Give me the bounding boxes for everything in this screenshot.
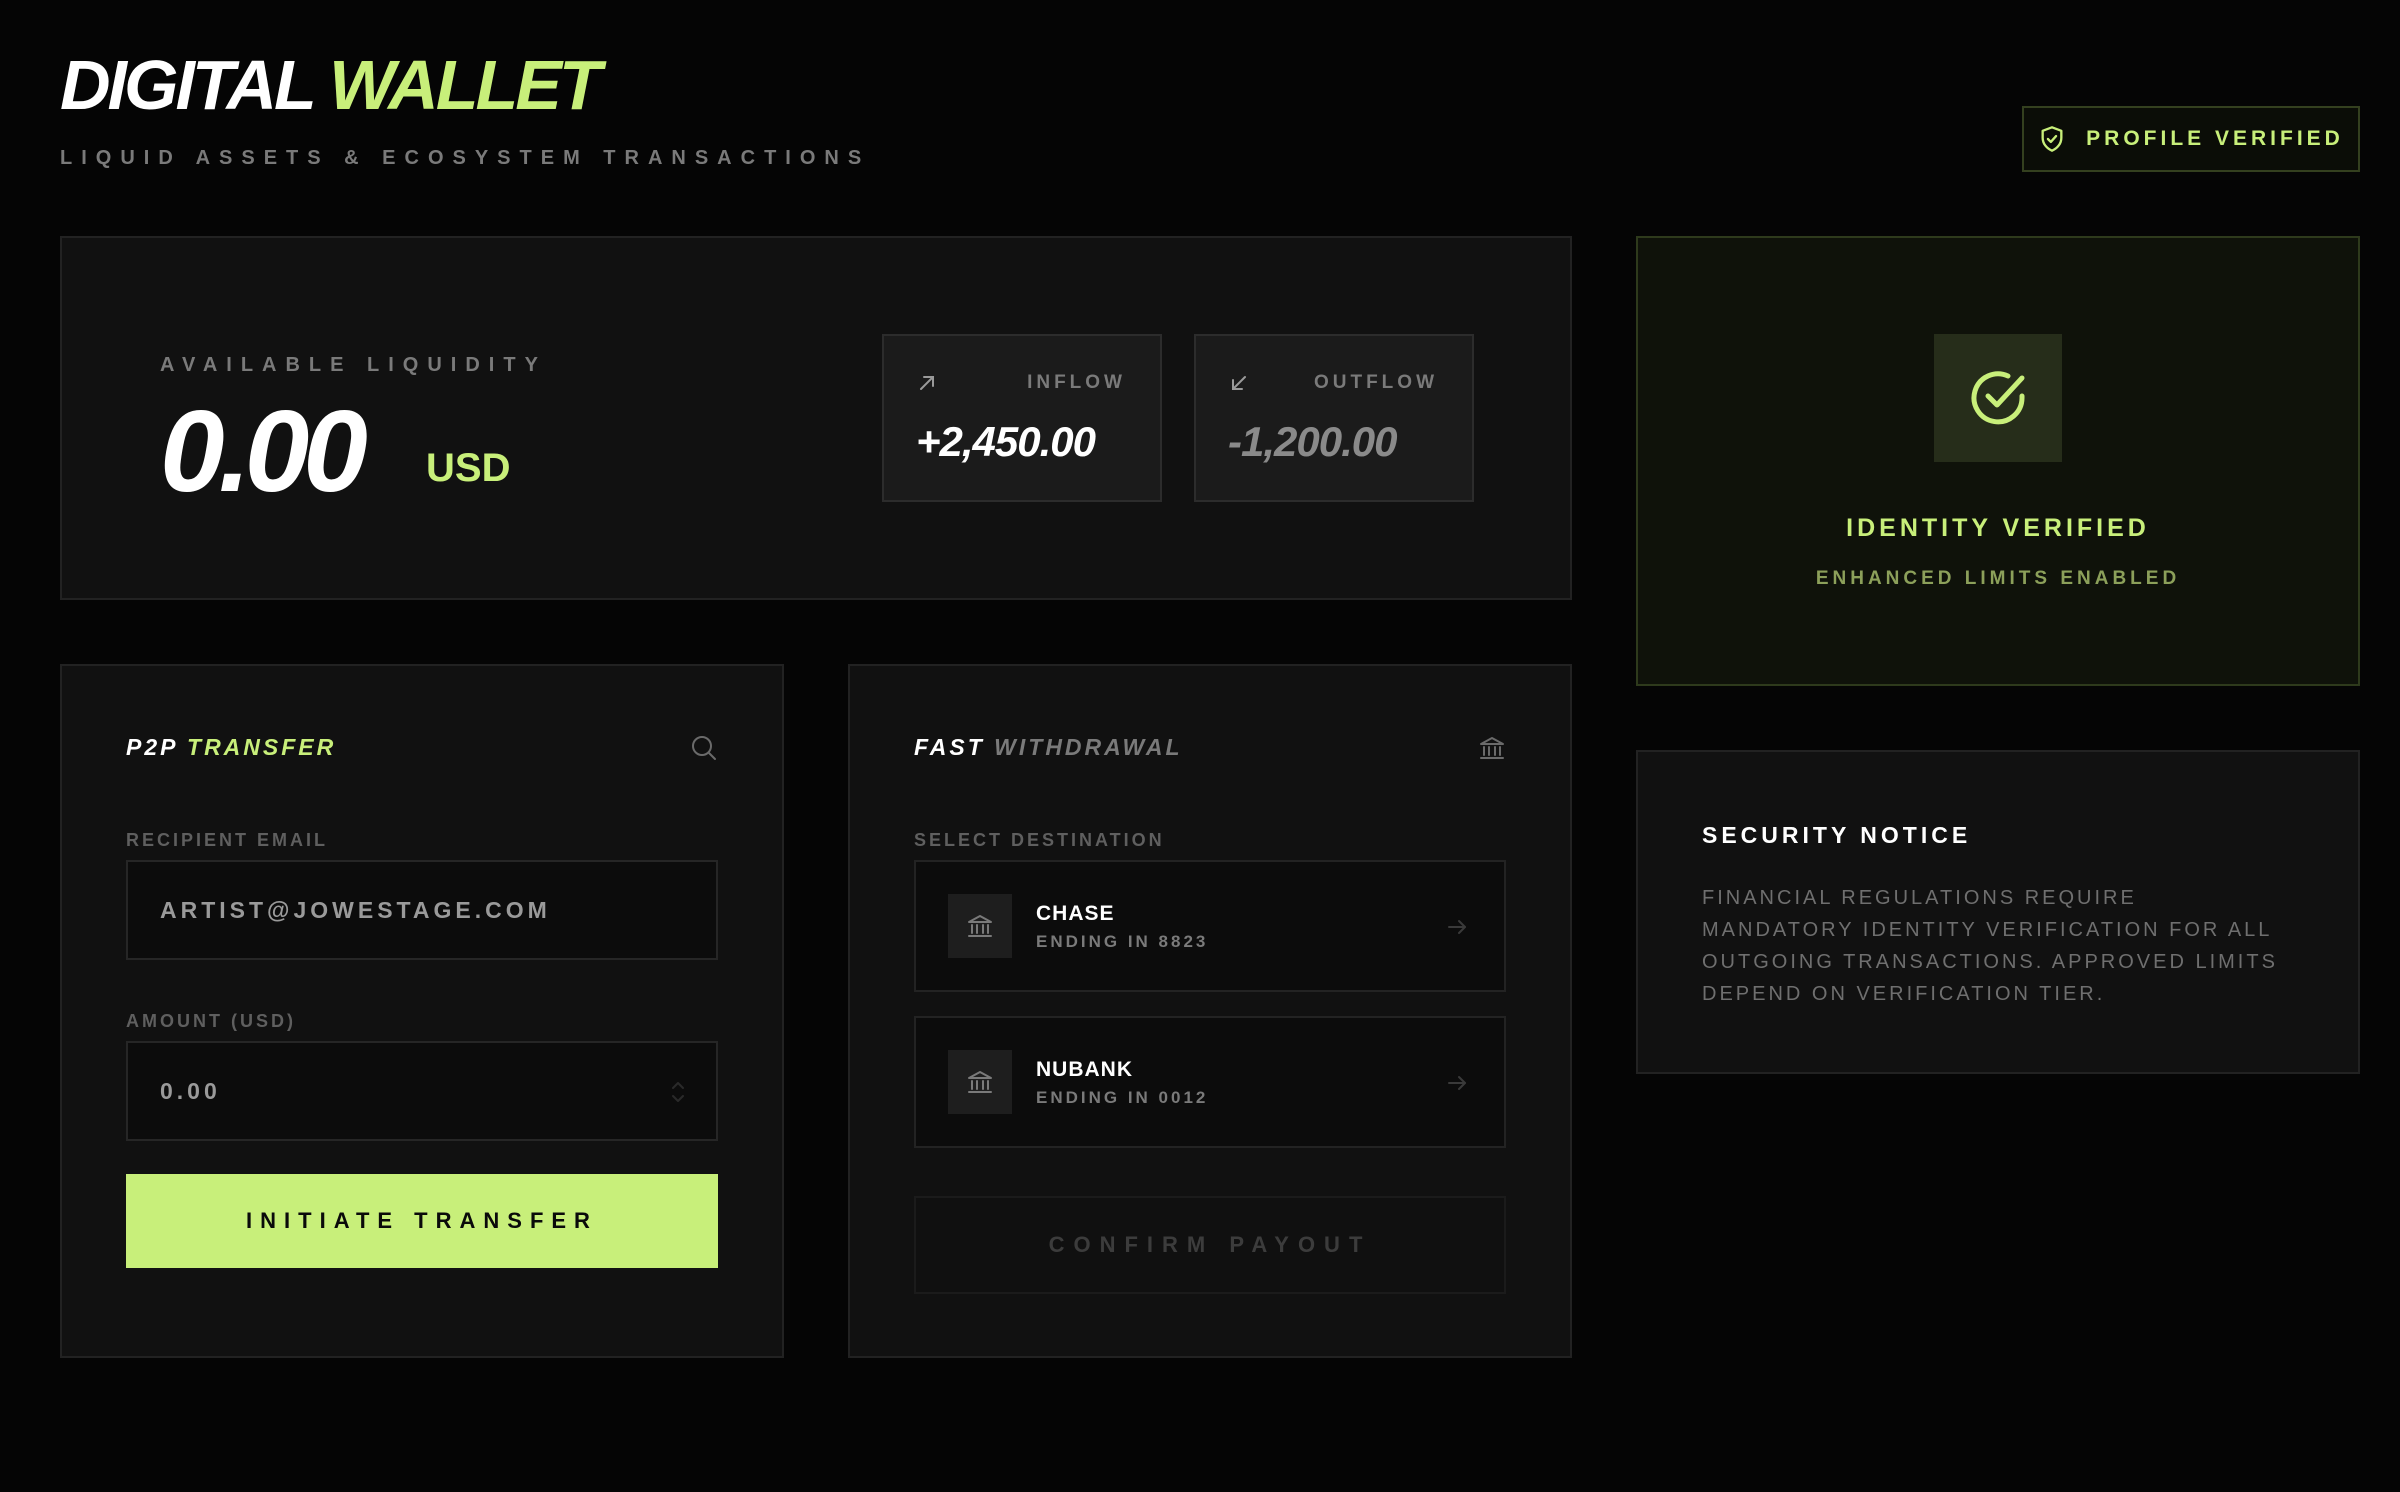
identity-icon-box xyxy=(1934,334,2062,462)
check-circle-icon xyxy=(1971,371,2025,425)
withdraw-title-part-1: FAST xyxy=(914,734,985,760)
outflow-card: OUTFLOW -1,200.00 xyxy=(1194,334,1474,502)
inflow-value: +2,450.00 xyxy=(916,418,1096,465)
profile-verified-label: PROFILE VERIFIED xyxy=(2086,127,2344,150)
inflow-card: INFLOW +2,450.00 xyxy=(882,334,1162,502)
bank-icon xyxy=(968,1071,992,1093)
title-part-2: WALLET xyxy=(328,46,602,124)
bank-icon xyxy=(968,915,992,937)
page-title: DIGITAL WALLET xyxy=(60,50,602,120)
balance-panel: AVAILABLE LIQUIDITY 0.00 USD INFLOW +2,4… xyxy=(60,236,1572,600)
amount-input[interactable]: 0.00 xyxy=(126,1041,718,1141)
security-notice-title: SECURITY NOTICE xyxy=(1702,822,1972,848)
recipient-email-label: RECIPIENT EMAIL xyxy=(126,830,329,850)
bank-name: CHASE xyxy=(1036,902,1115,925)
recipient-email-input[interactable]: ARTIST@JOWESTAGE.COM xyxy=(126,860,718,960)
security-notice-body: FINANCIAL REGULATIONS REQUIRE MANDATORY … xyxy=(1702,887,2278,1005)
title-part-1: DIGITAL xyxy=(60,46,316,124)
wallet-page: DIGITAL WALLET LIQUID ASSETS & ECOSYSTEM… xyxy=(0,0,2400,1492)
identity-title: IDENTITY VERIFIED xyxy=(1846,514,2150,542)
bank-name: NUBANK xyxy=(1036,1058,1133,1081)
withdraw-title-part-2: WITHDRAWAL xyxy=(994,734,1183,760)
bank-icon-box xyxy=(948,894,1012,958)
stepper-icon[interactable] xyxy=(670,1079,686,1105)
destination-option-chase[interactable]: CHASE ENDING IN 8823 xyxy=(914,860,1506,992)
profile-verified-badge[interactable]: PROFILE VERIFIED xyxy=(2022,106,2360,172)
identity-subtitle: ENHANCED LIMITS ENABLED xyxy=(1815,568,2181,589)
initiate-transfer-button[interactable]: INITIATE TRANSFER xyxy=(126,1174,718,1268)
p2p-transfer-title: P2P TRANSFER xyxy=(126,734,336,761)
arrow-right-icon xyxy=(1448,920,1466,934)
amount-label: AMOUNT (USD) xyxy=(126,1011,296,1031)
balance-amount: 0.00 xyxy=(160,386,368,516)
inflow-label: INFLOW xyxy=(1027,372,1126,393)
fast-withdrawal-title: FAST WITHDRAWAL xyxy=(914,734,1183,761)
amount-value: 0.00 xyxy=(160,1077,221,1104)
fast-withdrawal-card: FAST WITHDRAWAL SELECT DESTINATION CHASE… xyxy=(848,664,1572,1358)
p2p-title-part-2: TRANSFER xyxy=(187,734,337,760)
bank-ending: ENDING IN 8823 xyxy=(1036,932,1209,951)
outflow-label: OUTFLOW xyxy=(1313,372,1438,393)
select-destination-label: SELECT DESTINATION xyxy=(914,830,1165,850)
identity-verified-card: IDENTITY VERIFIED ENHANCED LIMITS ENABLE… xyxy=(1636,236,2360,686)
p2p-title-part-1: P2P xyxy=(126,734,178,760)
bank-icon xyxy=(1480,737,1504,759)
destination-option-nubank[interactable]: NUBANK ENDING IN 0012 xyxy=(914,1016,1506,1148)
arrow-right-icon xyxy=(1448,1076,1466,1090)
bank-ending: ENDING IN 0012 xyxy=(1036,1088,1209,1107)
page-subtitle: LIQUID ASSETS & ECOSYSTEM TRANSACTIONS xyxy=(60,147,871,169)
search-icon[interactable] xyxy=(690,734,718,762)
shield-check-icon xyxy=(2041,126,2063,152)
security-notice-card: SECURITY NOTICE FINANCIAL REGULATIONS RE… xyxy=(1636,750,2360,1074)
arrow-up-right-icon xyxy=(920,376,934,390)
bank-icon-box xyxy=(948,1050,1012,1114)
balance-currency: USD xyxy=(426,446,511,490)
outflow-value: -1,200.00 xyxy=(1228,418,1397,465)
available-liquidity-label: AVAILABLE LIQUIDITY xyxy=(160,354,547,376)
p2p-transfer-card: P2P TRANSFER RECIPIENT EMAIL ARTIST@JOWE… xyxy=(60,664,784,1358)
confirm-payout-button[interactable]: CONFIRM PAYOUT xyxy=(914,1196,1506,1294)
arrow-down-left-icon xyxy=(1232,376,1246,390)
